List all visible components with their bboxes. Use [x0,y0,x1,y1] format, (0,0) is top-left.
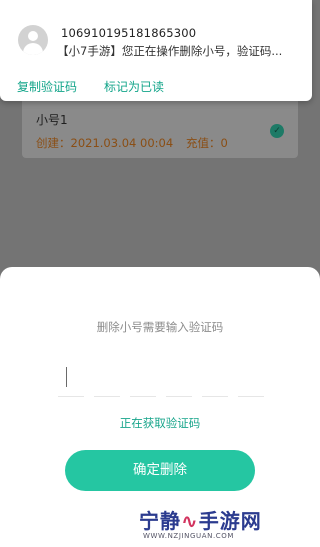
notification-message: 【小7手游】您正在操作删除小号，验证码... [57,44,283,58]
sms-notification[interactable]: 106910195181865300 【小7手游】您正在操作删除小号，验证码..… [0,0,312,101]
account-card: 小号1 创建：2021.03.04 00:04 充值：0 ✓ [22,96,298,158]
avatar [18,25,48,55]
notification-sender: 106910195181865300 [61,26,197,40]
code-digit-box[interactable] [166,359,192,397]
copy-code-button[interactable]: 复制验证码 [17,78,77,95]
code-digit-box[interactable] [94,359,120,397]
text-cursor [66,367,67,387]
watermark-url: WWW.NZJINGUAN.COM [143,532,235,540]
account-name: 小号1 [36,113,68,127]
code-status: 正在获取验证码 [119,416,201,430]
dialog-prompt: 删除小号需要输入验证码 [96,320,224,334]
code-digit-box[interactable] [238,359,264,397]
check-icon: ✓ [270,124,284,138]
code-digit-box[interactable] [58,359,84,397]
account-recharge: 充值：0 [186,136,228,150]
code-digit-box[interactable] [202,359,228,397]
account-created: 创建：2021.03.04 00:04 [36,136,174,150]
code-digit-box[interactable] [130,359,156,397]
watermark-logo: 宁静∿手游网 WWW.NZJINGUAN.COM [139,509,262,540]
confirm-delete-button[interactable]: 确定删除 [65,450,255,491]
mark-read-button[interactable]: 标记为已读 [104,78,164,95]
